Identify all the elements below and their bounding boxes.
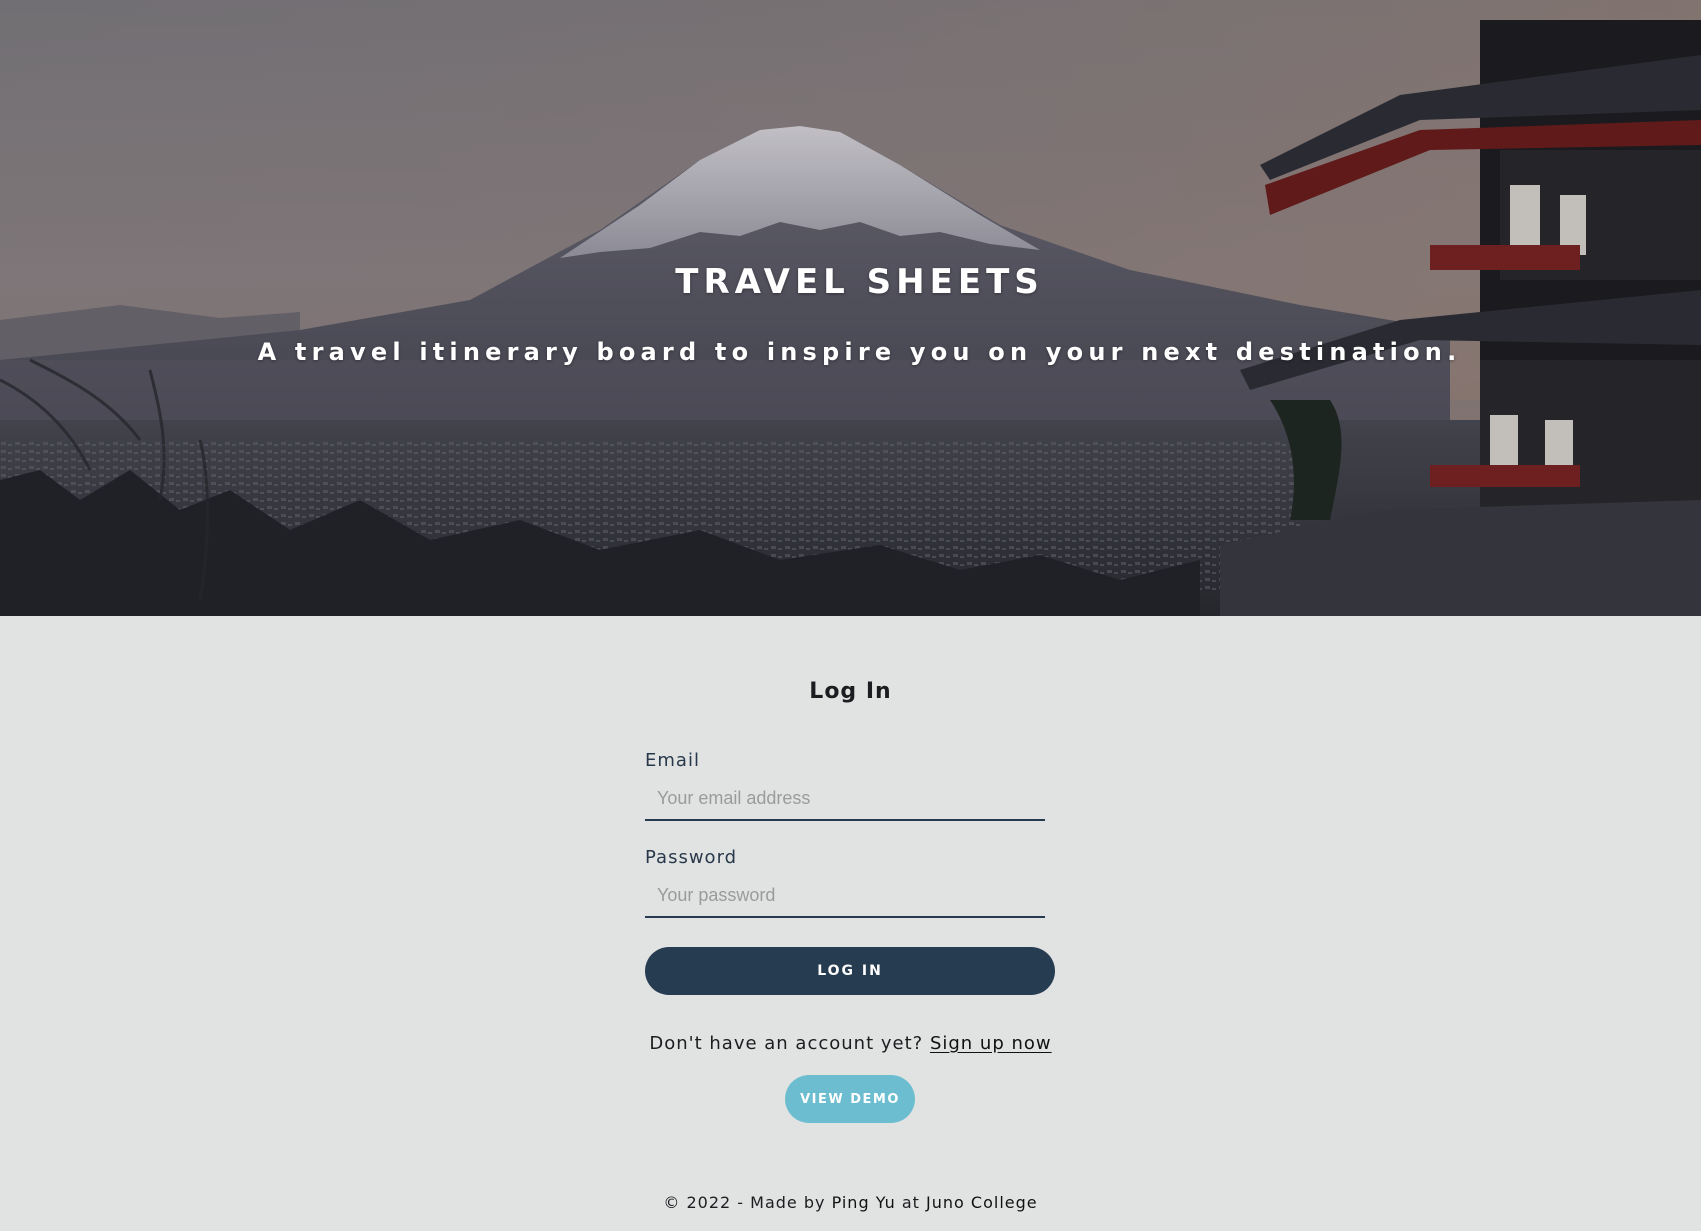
email-input[interactable] (645, 777, 1045, 821)
password-label: Password (645, 847, 738, 868)
footer: © 2022 - Made by Ping Yu at Juno College (0, 1193, 1701, 1212)
school-link[interactable]: Juno College (926, 1193, 1038, 1212)
login-heading: Log In (809, 679, 892, 704)
site-title: TRAVEL SHEETS (675, 262, 1044, 302)
signup-prompt-text: Don't have an account yet? (649, 1033, 924, 1054)
footer-copyright: © 2022 - Made by (663, 1193, 826, 1212)
mount-fuji-pagoda-image (0, 0, 1701, 616)
hero-banner: TRAVEL SHEETS A travel itinerary board t… (0, 0, 1701, 616)
email-label: Email (645, 750, 700, 771)
footer-joiner: at (901, 1193, 920, 1212)
view-demo-button[interactable]: VIEW DEMO (785, 1075, 915, 1123)
author-link[interactable]: Ping Yu (832, 1193, 896, 1212)
password-input[interactable] (645, 874, 1045, 918)
password-field-group: Password (645, 846, 1045, 918)
site-tagline: A travel itinerary board to inspire you … (257, 338, 1462, 366)
login-button[interactable]: LOG IN (645, 947, 1055, 995)
signup-prompt: Don't have an account yet? Sign up now (0, 1033, 1701, 1054)
email-field-group: Email (645, 749, 1045, 821)
signup-link[interactable]: Sign up now (930, 1033, 1052, 1054)
